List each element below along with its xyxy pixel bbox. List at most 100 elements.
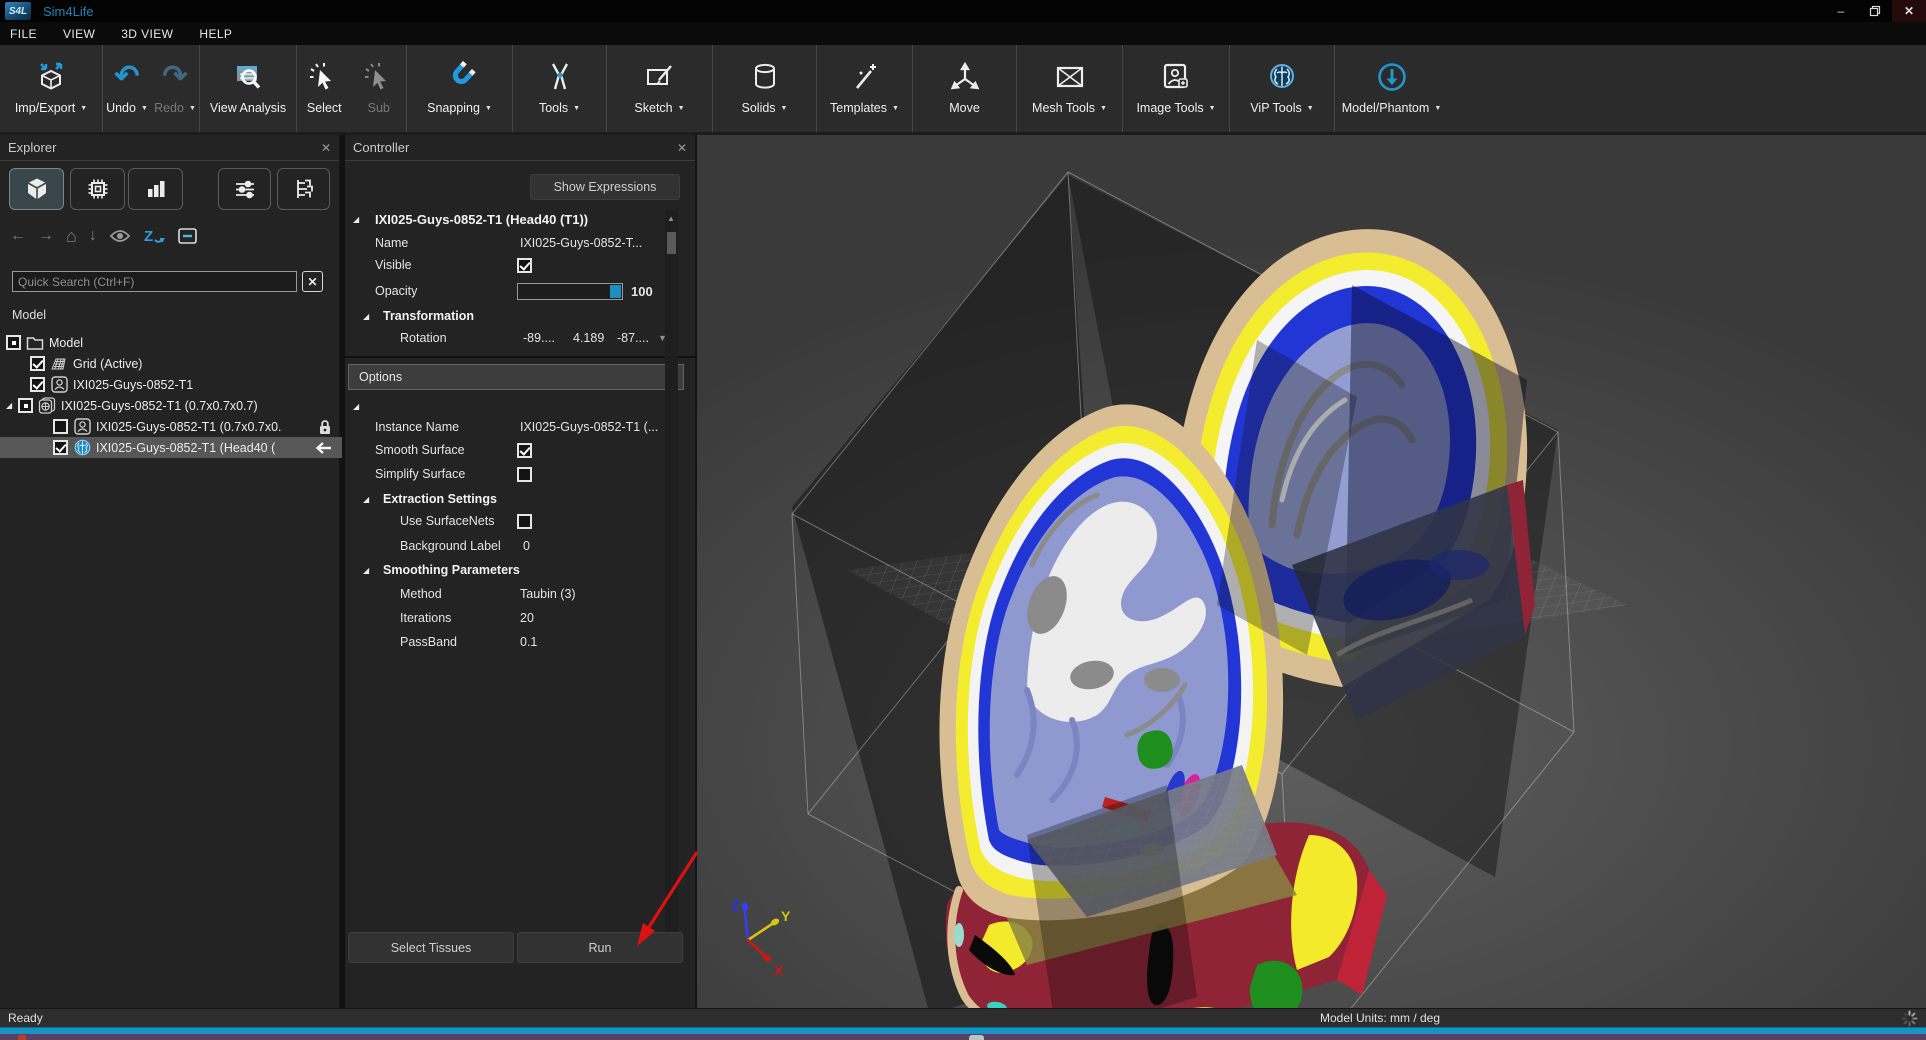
method-value[interactable]: Taubin (3) (520, 587, 576, 601)
restore-button[interactable] (1858, 0, 1892, 22)
explorer-close-icon[interactable]: ✕ (321, 141, 331, 155)
controller-close-icon[interactable]: ✕ (677, 141, 687, 155)
instance-name-value[interactable]: IXI025-Guys-0852-T1 (... (520, 420, 658, 434)
toolbar-templates[interactable]: Templates▼ (817, 45, 912, 132)
toolbar-imp-export[interactable]: Imp/Export▼ (0, 45, 102, 132)
explorer-panel: Explorer ✕ (0, 135, 342, 1008)
mesh-icon (1053, 53, 1087, 101)
chevron-down-icon: ▼ (141, 105, 148, 112)
toolbar-vip-tools[interactable]: ViP Tools▼ (1230, 45, 1334, 132)
name-value[interactable]: IXI025-Guys-0852-T... (520, 236, 642, 250)
chevron-down-icon: ▼ (1209, 105, 1216, 112)
toolbar-model-phantom[interactable]: Model/Phantom▼ (1335, 45, 1448, 132)
expander-icon[interactable]: ◢ (363, 495, 369, 504)
image-stack-icon (37, 397, 57, 414)
toolbar-label: Solids (742, 101, 776, 115)
smooth-surface-checkbox[interactable] (517, 443, 532, 458)
toolbar-snapping[interactable]: Snapping▼ (407, 45, 512, 132)
collapse-all-icon[interactable] (177, 227, 199, 245)
tree-row-grid[interactable]: Grid (Active) (0, 353, 342, 374)
expander-icon[interactable]: ◢ (363, 566, 369, 575)
scroll-to-icon[interactable]: ↓ (89, 227, 97, 245)
toolbar-label: Mesh Tools (1032, 101, 1095, 115)
opacity-slider-thumb[interactable] (610, 285, 621, 298)
toolbar-solids[interactable]: Solids▼ (713, 45, 816, 132)
head-image-icon (72, 418, 92, 435)
back-icon[interactable]: ← (10, 227, 26, 245)
toolbar-image-tools[interactable]: Image Tools▼ (1123, 45, 1229, 132)
tree-row-head40-selected[interactable]: IXI025-Guys-0852-T1 (Head40 ( (0, 437, 342, 458)
tree-row-image-resampled[interactable]: ◢ IXI025-Guys-0852-T1 (0.7x0.7x0.7) (0, 395, 342, 416)
select-tissues-button[interactable]: Select Tissues (348, 932, 514, 963)
iterations-value[interactable]: 20 (520, 611, 534, 625)
passband-value[interactable]: 0.1 (520, 635, 537, 649)
minimize-button[interactable]: – (1824, 0, 1858, 22)
toolbar-redo[interactable]: ↷ Redo▼ (151, 45, 199, 132)
visibility-checkbox[interactable] (53, 419, 68, 434)
toolbar-label: Imp/Export (15, 101, 75, 115)
toolbar-tools[interactable]: Tools▼ (513, 45, 606, 132)
viewport-3d[interactable]: Z Y X (697, 135, 1926, 1008)
menu-3d-view[interactable]: 3D VIEW (121, 27, 173, 41)
toolbar-select[interactable]: Select (297, 45, 352, 132)
smooth-surface-label: Smooth Surface (375, 443, 465, 457)
quick-search-input[interactable] (12, 271, 297, 292)
visibility-checkbox[interactable] (18, 398, 33, 413)
controller-scrollbar[interactable]: ▲ (665, 210, 678, 932)
toolbar-sketch[interactable]: Sketch▼ (607, 45, 712, 132)
visibility-checkbox[interactable] (30, 377, 45, 392)
toolbar-sub-select[interactable]: Sub (352, 45, 407, 132)
goto-arrow-icon[interactable] (314, 442, 332, 454)
scroll-up-icon[interactable]: ▲ (667, 214, 675, 223)
options-section-bar[interactable]: Options ◢ (348, 364, 684, 390)
toolbar-label: Model/Phantom (1342, 101, 1430, 115)
main-toolbar: Imp/Export▼ ↶ Undo▼ ↷ Redo▼ Vi (0, 45, 1926, 135)
image-person-icon (1159, 53, 1193, 101)
chip-icon (84, 175, 112, 203)
expander-icon[interactable]: ◢ (353, 215, 359, 224)
menu-file[interactable]: FILE (10, 27, 37, 41)
use-surfacenets-checkbox[interactable] (517, 514, 532, 529)
tab-analysis[interactable] (128, 168, 183, 210)
rotation-z[interactable]: -87.... (617, 331, 649, 345)
visibility-checkbox[interactable] (53, 440, 68, 455)
background-label-value[interactable]: 0 (523, 539, 530, 553)
opacity-slider[interactable] (517, 283, 623, 300)
name-label: Name (375, 236, 408, 250)
tab-hierarchy[interactable] (277, 168, 330, 210)
tab-properties[interactable] (218, 168, 271, 210)
eye-icon[interactable] (109, 227, 131, 245)
smoothing-parameters-label: Smoothing Parameters (383, 563, 520, 577)
tree-row-image-locked[interactable]: IXI025-Guys-0852-T1 (0.7x0.7x0. (0, 416, 342, 437)
expander-icon[interactable]: ◢ (6, 401, 18, 410)
toolbar-view-analysis[interactable]: View Analysis (200, 45, 296, 132)
tree-row-model[interactable]: Model (0, 332, 342, 353)
toolbar-mesh-tools[interactable]: Mesh Tools▼ (1017, 45, 1122, 132)
expander-icon[interactable]: ◢ (353, 402, 359, 411)
tab-model-3d[interactable] (9, 168, 64, 210)
show-expressions-button[interactable]: Show Expressions (530, 174, 680, 200)
forward-icon[interactable]: → (38, 227, 54, 245)
rotation-y[interactable]: 4.189 (573, 331, 604, 345)
close-button[interactable]: ✕ (1892, 0, 1926, 22)
tree-row-image-t1[interactable]: IXI025-Guys-0852-T1 (0, 374, 342, 395)
visibility-checkbox[interactable] (6, 335, 21, 350)
toolbar-undo[interactable]: ↶ Undo▼ (103, 45, 151, 132)
scrollbar-thumb[interactable] (667, 232, 676, 254)
simplify-surface-checkbox[interactable] (517, 467, 532, 482)
menu-view[interactable]: VIEW (63, 27, 95, 41)
spinner-icon (1901, 1010, 1918, 1027)
tab-simulation[interactable] (70, 168, 125, 210)
tree-structure-icon (290, 175, 318, 203)
run-button[interactable]: Run (517, 932, 683, 963)
visibility-checkbox[interactable] (30, 356, 45, 371)
home-icon[interactable]: ⌂ (66, 227, 77, 245)
zoom-to-z-icon[interactable]: Z (143, 227, 165, 245)
rotation-x[interactable]: -89.... (523, 331, 555, 345)
visible-checkbox[interactable] (517, 258, 532, 273)
chevron-down-icon: ▼ (892, 105, 899, 112)
toolbar-move[interactable]: Move (913, 45, 1016, 132)
clear-search-button[interactable]: ✕ (302, 271, 323, 292)
menu-help[interactable]: HELP (199, 27, 232, 41)
expander-icon[interactable]: ◢ (363, 312, 369, 321)
